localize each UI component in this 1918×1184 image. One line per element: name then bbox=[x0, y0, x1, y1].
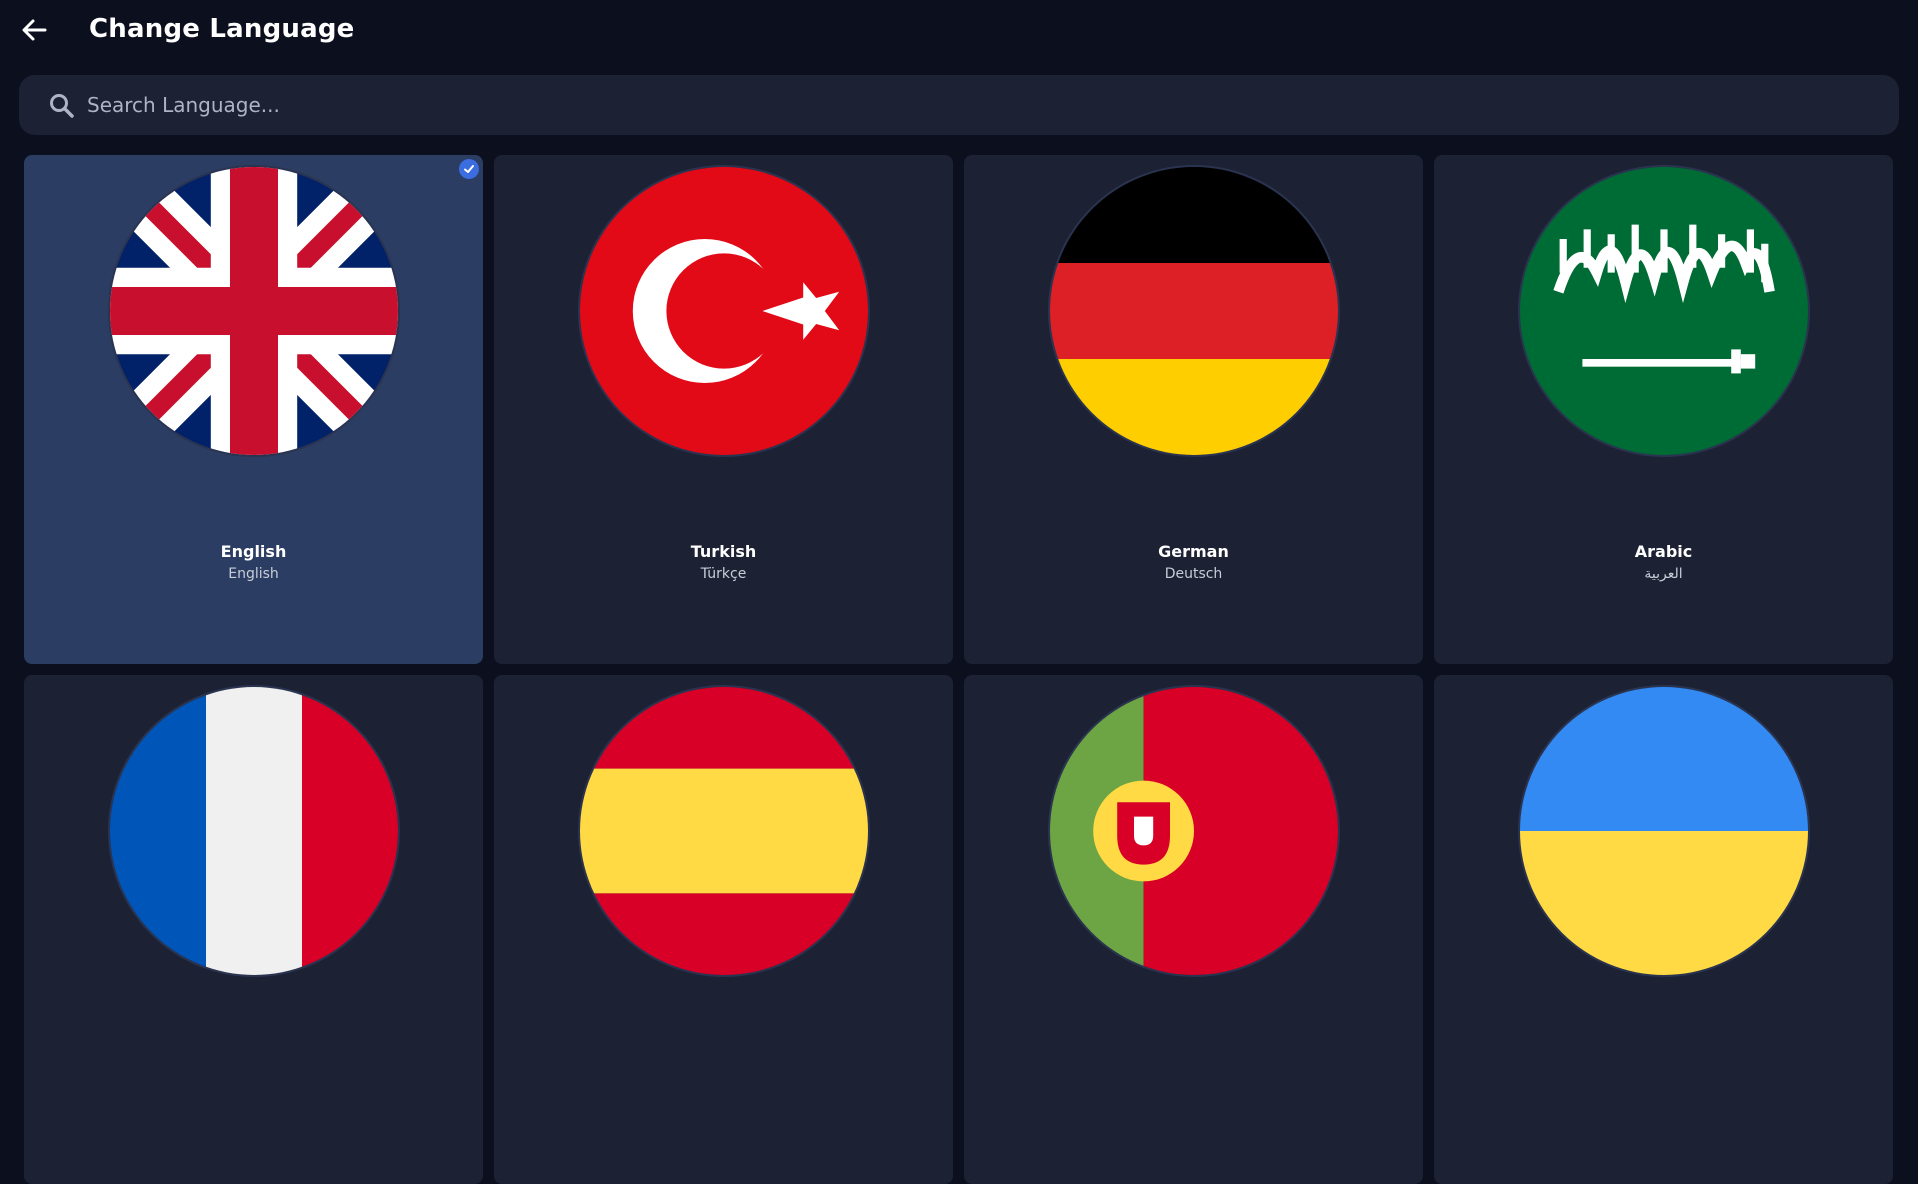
language-card-spanish[interactable] bbox=[494, 675, 953, 1184]
language-native-name: Türkçe bbox=[700, 566, 747, 582]
portugal-flag-icon bbox=[1048, 685, 1340, 977]
language-name: German bbox=[1158, 542, 1229, 561]
page-title: Change Language bbox=[89, 14, 355, 44]
germany-flag-icon bbox=[1048, 165, 1340, 457]
uk-flag-icon bbox=[108, 165, 400, 457]
language-card-turkish[interactable]: Turkish Türkçe bbox=[494, 155, 953, 664]
header: Change Language bbox=[0, 0, 1918, 64]
saudi-arabia-flag-icon bbox=[1518, 165, 1810, 457]
language-card-portuguese[interactable] bbox=[964, 675, 1423, 1184]
turkey-flag-icon bbox=[578, 165, 870, 457]
france-flag-icon bbox=[108, 685, 400, 977]
ukraine-flag-icon bbox=[1518, 685, 1810, 977]
language-native-name: English bbox=[228, 566, 279, 582]
language-name: Arabic bbox=[1634, 542, 1693, 561]
language-card-german[interactable]: German Deutsch bbox=[964, 155, 1423, 664]
language-card-french[interactable] bbox=[24, 675, 483, 1184]
language-native-name: العربية bbox=[1644, 566, 1683, 582]
language-card-ukrainian[interactable] bbox=[1434, 675, 1893, 1184]
language-name: Turkish bbox=[690, 542, 757, 561]
search-icon bbox=[49, 93, 75, 119]
language-card-arabic[interactable]: Arabic العربية bbox=[1434, 155, 1893, 664]
language-grid: English English Turkish Türkçe German De… bbox=[24, 155, 1894, 1184]
language-native-name: Deutsch bbox=[1164, 566, 1223, 582]
spain-flag-icon bbox=[578, 685, 870, 977]
language-card-english[interactable]: English English bbox=[24, 155, 483, 664]
arrow-left-icon bbox=[22, 19, 47, 41]
language-name: English bbox=[220, 542, 287, 561]
back-button[interactable] bbox=[18, 12, 50, 48]
search-input[interactable] bbox=[87, 83, 1867, 127]
check-icon bbox=[459, 159, 479, 179]
search-bar[interactable] bbox=[19, 75, 1899, 135]
